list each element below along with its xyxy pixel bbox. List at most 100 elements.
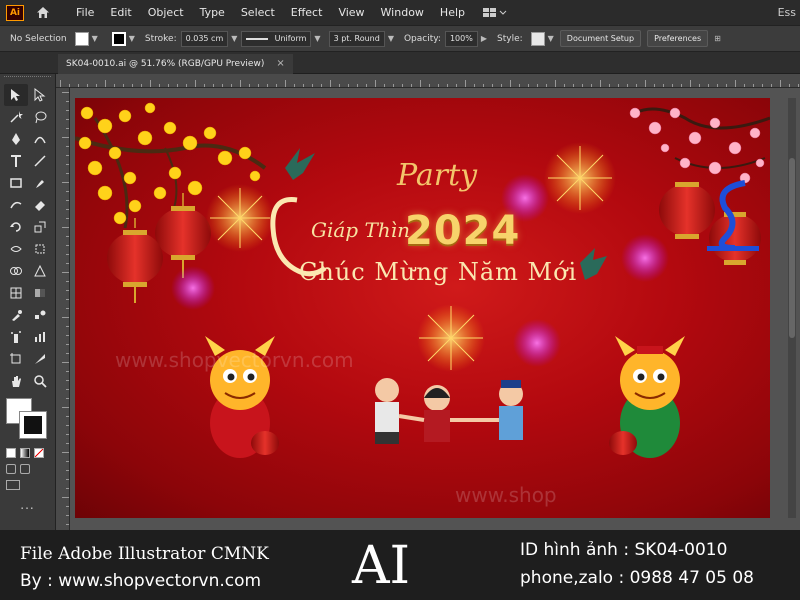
watermark-text: www.shopvectorvn.com	[115, 348, 354, 372]
shape-builder-icon[interactable]	[4, 260, 28, 282]
ruler-tick	[66, 344, 69, 345]
menu-object[interactable]: Object	[140, 0, 192, 25]
fill-swatch[interactable]	[74, 31, 89, 46]
opacity-field[interactable]: 100%	[444, 30, 478, 47]
watermark-text-partial: www.shop	[455, 483, 557, 507]
stroke-profile-dropdown[interactable]: Uniform	[241, 30, 312, 47]
ruler-tick	[663, 84, 664, 87]
graph-icon[interactable]	[28, 326, 52, 348]
brush-dropdown[interactable]: 3 pt. Round	[328, 30, 385, 47]
artboard[interactable]: Party Giáp Thìn 2024 Chúc Mừng Năm Mới w…	[75, 98, 770, 518]
change-screen-mode-icon[interactable]	[6, 480, 20, 490]
type-icon[interactable]	[4, 150, 28, 172]
ruler-tick	[537, 84, 538, 87]
pen-icon[interactable]	[4, 128, 28, 150]
ruler-tick	[627, 84, 628, 87]
style-swatch[interactable]	[530, 31, 545, 46]
document-setup-button[interactable]: Document Setup	[559, 30, 642, 47]
direct-selection-icon[interactable]	[28, 84, 52, 106]
rotate-icon[interactable]	[4, 216, 28, 238]
stroke-weight-field[interactable]: 0.035 cm	[180, 30, 229, 47]
screen-mode-icon[interactable]	[20, 464, 30, 474]
menu-window[interactable]: Window	[373, 0, 432, 25]
symbol-sprayer-icon[interactable]	[4, 326, 28, 348]
file-format-text: File Adobe Illustrator CMNK	[20, 544, 269, 564]
chevron-down-icon[interactable]: ▼	[388, 34, 394, 43]
horizontal-ruler[interactable]	[56, 74, 800, 88]
illustrator-window: Ai File Edit Object Type Select Effect V…	[0, 0, 800, 600]
menu-edit[interactable]: Edit	[102, 0, 139, 25]
vertical-ruler[interactable]	[56, 88, 70, 530]
shaper-icon[interactable]	[4, 194, 28, 216]
selection-icon[interactable]	[4, 84, 28, 106]
ruler-tick	[753, 84, 754, 87]
color-mode-icon[interactable]	[6, 448, 16, 458]
chevron-down-icon[interactable]: ▼	[314, 34, 320, 43]
free-transform-icon[interactable]	[28, 238, 52, 260]
stroke-label: Stroke:	[144, 33, 177, 44]
mesh-icon[interactable]	[4, 282, 28, 304]
zoom-icon[interactable]	[28, 370, 52, 392]
selection-status: No Selection	[10, 33, 67, 44]
ruler-tick	[66, 389, 69, 390]
more-tools-icon[interactable]: ...	[0, 498, 55, 512]
stroke-color-box[interactable]	[19, 411, 47, 439]
perspective-icon[interactable]	[28, 260, 52, 282]
fill-stroke-control[interactable]	[6, 398, 54, 442]
slice-icon[interactable]	[28, 348, 52, 370]
hand-icon[interactable]	[4, 370, 28, 392]
menu-help[interactable]: Help	[432, 0, 473, 25]
menu-type[interactable]: Type	[192, 0, 233, 25]
paintbrush-icon[interactable]	[28, 172, 52, 194]
canvas-area[interactable]: Party Giáp Thìn 2024 Chúc Mừng Năm Mới w…	[70, 88, 800, 530]
scale-icon[interactable]	[28, 216, 52, 238]
rectangle-icon[interactable]	[4, 172, 28, 194]
app-logo: Ai	[6, 4, 24, 21]
eyedropper-icon[interactable]	[4, 304, 28, 326]
align-icon[interactable]: ⊞	[714, 34, 721, 43]
arrange-documents-icon[interactable]	[483, 5, 509, 21]
curvature-icon[interactable]	[28, 128, 52, 150]
tools-panel: ...	[0, 74, 56, 530]
ruler-tick	[66, 110, 69, 111]
stroke-profile-label: Uniform	[274, 33, 307, 43]
ruler-tick	[699, 84, 700, 87]
none-mode-icon[interactable]	[34, 448, 44, 458]
lasso-icon[interactable]	[28, 106, 52, 128]
home-icon[interactable]	[34, 5, 52, 21]
artboard-icon[interactable]	[4, 348, 28, 370]
graph-icon-glyph	[35, 332, 45, 342]
menu-file[interactable]: File	[68, 0, 102, 25]
stroke-swatch[interactable]	[111, 31, 126, 46]
chevron-down-icon[interactable]: ▼	[129, 34, 135, 43]
scrollbar-thumb[interactable]	[789, 158, 795, 338]
menu-select[interactable]: Select	[233, 0, 283, 25]
document-tab[interactable]: SK04-0010.ai @ 51.76% (RGB/GPU Preview) …	[58, 54, 293, 74]
magic-wand-icon[interactable]	[4, 106, 28, 128]
ruler-tick	[564, 84, 565, 87]
gradient-mode-icon[interactable]	[20, 448, 30, 458]
ruler-tick	[708, 84, 709, 87]
menu-effect[interactable]: Effect	[283, 0, 331, 25]
chevron-down-icon[interactable]: ▼	[92, 34, 98, 43]
width-icon[interactable]	[4, 238, 28, 260]
shape-builder-icon-glyph	[10, 267, 22, 275]
ruler-tick	[66, 236, 69, 237]
gradient-icon[interactable]	[28, 282, 52, 304]
close-icon[interactable]: ×	[276, 54, 284, 74]
menu-view[interactable]: View	[330, 0, 372, 25]
chevron-down-icon[interactable]: ▼	[231, 34, 237, 43]
dragon-mascot-right	[609, 336, 685, 458]
line-icon[interactable]	[28, 150, 52, 172]
workspace-switcher[interactable]: Ess	[778, 0, 796, 25]
chevron-right-icon[interactable]: ▶	[481, 34, 487, 43]
ruler-tick	[645, 80, 646, 87]
preferences-button[interactable]: Preferences	[647, 30, 709, 47]
panel-grip[interactable]	[4, 76, 51, 82]
eraser-icon[interactable]	[28, 194, 52, 216]
ruler-tick	[62, 452, 69, 453]
draw-normal-icon[interactable]	[6, 464, 16, 474]
chevron-down-icon[interactable]: ▼	[548, 34, 554, 43]
vertical-scrollbar[interactable]	[788, 98, 796, 518]
blend-icon[interactable]	[28, 304, 52, 326]
